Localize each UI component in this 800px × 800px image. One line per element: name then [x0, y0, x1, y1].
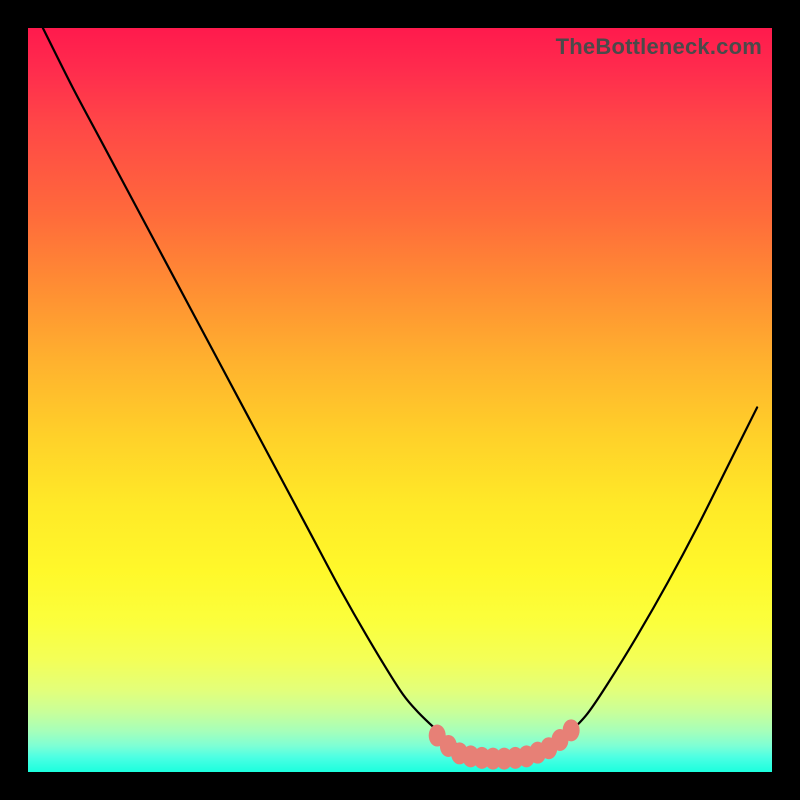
data-marker — [563, 719, 580, 741]
marker-group — [429, 719, 580, 769]
chart-svg — [28, 28, 772, 772]
chart-frame: TheBottleneck.com — [0, 0, 800, 800]
bottleneck-curve — [43, 28, 757, 759]
plot-area: TheBottleneck.com — [28, 28, 772, 772]
